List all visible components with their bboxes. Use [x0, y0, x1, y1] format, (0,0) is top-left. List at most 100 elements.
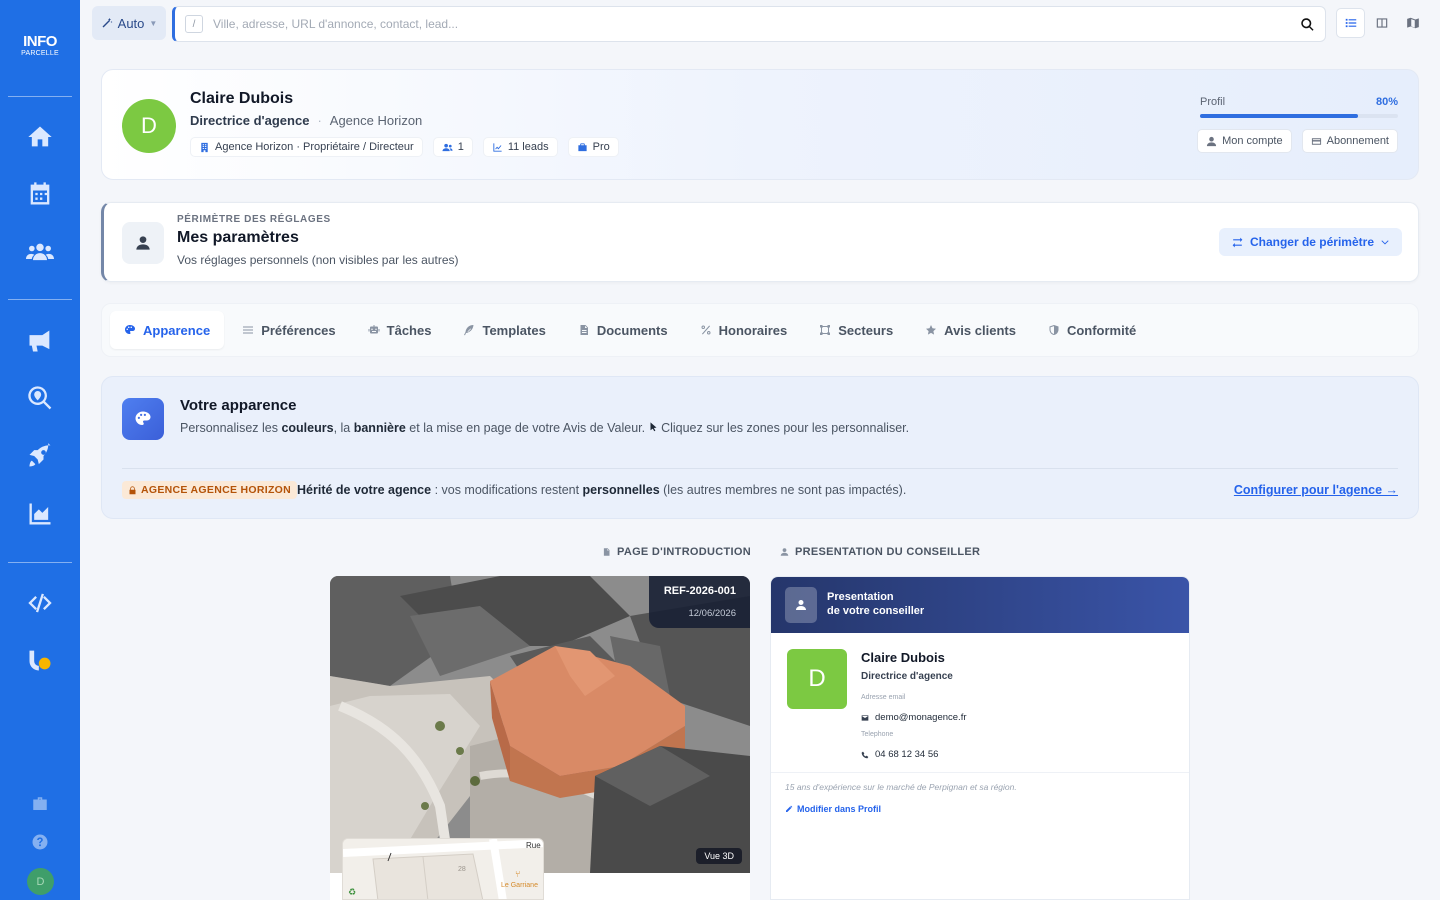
- advisor-email: demo@monagence.fr: [861, 712, 967, 723]
- rocket-icon[interactable]: [24, 440, 56, 472]
- advisor-presentation-preview[interactable]: Presentation de votre conseiller D Clair…: [770, 576, 1190, 900]
- phone-icon: [861, 751, 869, 758]
- search-mode-button[interactable]: Auto ▼: [92, 6, 166, 40]
- briefcase-icon: [577, 142, 587, 151]
- button-label: Mon compte: [1222, 135, 1283, 147]
- chip-members[interactable]: 1: [432, 137, 473, 157]
- text-strong: bannière: [353, 421, 406, 435]
- tab-templates[interactable]: Templates: [449, 311, 559, 349]
- advisor-header-subtitle: de votre conseiller: [827, 605, 925, 617]
- intro-page-preview[interactable]: REF-2026-001 12/06/2026 Vue 3D 28 Rue Le…: [330, 576, 750, 900]
- integration-icon[interactable]: [24, 644, 56, 676]
- text: et la mise en page de votre Avis de Vale…: [405, 421, 649, 435]
- chevron-down-icon: [1381, 240, 1389, 245]
- tab-preferences[interactable]: Préférences: [228, 311, 349, 349]
- toolbox-icon[interactable]: [24, 788, 56, 820]
- divider: [771, 772, 1189, 773]
- building-icon: [201, 142, 208, 152]
- megaphone-icon[interactable]: [24, 325, 56, 357]
- intro-page-label[interactable]: PAGE D'INTRODUCTION: [602, 546, 751, 558]
- view-toggle: [1336, 8, 1428, 40]
- phone-label: Telephone: [861, 731, 894, 738]
- chip-leads[interactable]: 11 leads: [482, 137, 558, 157]
- map-street: Rue: [526, 841, 541, 850]
- app-logo[interactable]: INFO PARCELLE: [16, 34, 64, 62]
- tab-apparence[interactable]: Apparence: [110, 311, 225, 349]
- tab-conformite[interactable]: Conformité: [1034, 311, 1150, 349]
- percent-icon: [701, 325, 711, 335]
- user-avatar[interactable]: D: [27, 868, 54, 895]
- subscription-button[interactable]: Abonnement: [1301, 129, 1398, 153]
- logo-text: INFO: [23, 33, 57, 50]
- sidebar-divider: [8, 96, 72, 97]
- progress-bar: [1200, 114, 1398, 118]
- section-label-text: PRESENTATION DU CONSEILLER: [795, 546, 981, 558]
- file-icon: [580, 325, 588, 335]
- tab-avis-clients[interactable]: Avis clients: [911, 311, 1030, 349]
- code-icon[interactable]: [24, 587, 56, 619]
- user-icon: [122, 222, 164, 264]
- tab-honoraires[interactable]: Honoraires: [686, 311, 802, 349]
- profile-name: Claire Dubois: [190, 90, 294, 107]
- users-icon[interactable]: [24, 236, 56, 268]
- logo-subtext: PARCELLE: [21, 50, 59, 57]
- tab-taches[interactable]: Tâches: [354, 311, 446, 349]
- text-strong: couleurs: [281, 421, 334, 435]
- map-view-icon[interactable]: [1399, 8, 1428, 38]
- credit-card-icon: [1311, 137, 1321, 145]
- advisor-role: Directrice d'agence: [861, 671, 953, 682]
- mini-map[interactable]: 28 Rue Le Garriane ⑂ ♻: [342, 838, 544, 900]
- text: : vos modifications restent: [431, 483, 583, 497]
- cursor-icon: [650, 422, 657, 432]
- lock-icon: [129, 485, 136, 494]
- calendar-icon[interactable]: [24, 178, 56, 210]
- my-account-button[interactable]: Mon compte: [1197, 129, 1292, 153]
- recycle-icon: ♻: [348, 888, 356, 898]
- chip-plan[interactable]: Pro: [567, 137, 619, 157]
- feather-icon: [464, 325, 474, 336]
- list-view-icon[interactable]: [1336, 8, 1366, 38]
- text: (les autres membres ne sont pas impactés…: [659, 483, 907, 497]
- divider: [122, 468, 1398, 469]
- tab-label: Préférences: [261, 322, 336, 338]
- sidebar-divider: [8, 299, 72, 300]
- mini-map-canvas: 28 Rue Le Garriane ⑂ ♻: [343, 839, 543, 899]
- view-3d-badge[interactable]: Vue 3D: [696, 848, 742, 864]
- search-icon[interactable]: [1289, 17, 1325, 32]
- advisor-name: Claire Dubois: [861, 650, 945, 665]
- home-icon[interactable]: [24, 121, 56, 153]
- change-scope-button[interactable]: Changer de périmètre: [1218, 228, 1402, 256]
- magic-wand-icon: [102, 18, 113, 28]
- help-icon[interactable]: [24, 826, 56, 858]
- tab-label: Templates: [482, 322, 546, 338]
- chip-agency[interactable]: Agence Horizon · Propriétaire / Directeu…: [190, 137, 423, 157]
- text-strong: personnelles: [582, 483, 660, 497]
- advisor-bio: 15 ans d'expérience sur le marché de Per…: [785, 782, 1017, 792]
- profile-avatar: D: [122, 99, 176, 153]
- tab-label: Tâches: [386, 322, 432, 338]
- section-label-text: PAGE D'INTRODUCTION: [617, 546, 751, 558]
- button-label: Abonnement: [1326, 135, 1389, 147]
- profile-progress: Profil 80%: [1200, 96, 1398, 118]
- caret-down-icon: ▼: [149, 18, 158, 28]
- badge-label: AGENCE AGENCE HORIZON: [141, 484, 292, 496]
- restaurant-icon: ⑂: [515, 870, 520, 880]
- advisor-header: Presentation de votre conseiller: [771, 577, 1189, 633]
- configure-agency-link[interactable]: Configurer pour l'agence →: [1234, 483, 1398, 497]
- email-value: demo@monagence.fr: [875, 712, 967, 723]
- sliders-icon: [243, 326, 254, 334]
- email-label: Adresse email: [861, 694, 906, 701]
- draw-polygon-icon: [820, 325, 831, 335]
- appearance-title: Votre apparence: [180, 397, 297, 414]
- tab-secteurs[interactable]: Secteurs: [805, 311, 907, 349]
- split-view-icon[interactable]: [1367, 8, 1396, 38]
- advisor-presentation-label[interactable]: PRESENTATION DU CONSEILLER: [780, 546, 980, 558]
- palette-icon: [122, 398, 164, 440]
- search-location-icon[interactable]: [24, 382, 56, 414]
- search-input[interactable]: [213, 17, 1289, 31]
- edit-in-profile-link[interactable]: Modifier dans Profil: [785, 804, 881, 814]
- chart-area-icon[interactable]: [24, 498, 56, 530]
- tab-label: Secteurs: [838, 322, 894, 338]
- profile-agency: Agence Horizon: [329, 113, 423, 128]
- tab-documents[interactable]: Documents: [564, 311, 682, 349]
